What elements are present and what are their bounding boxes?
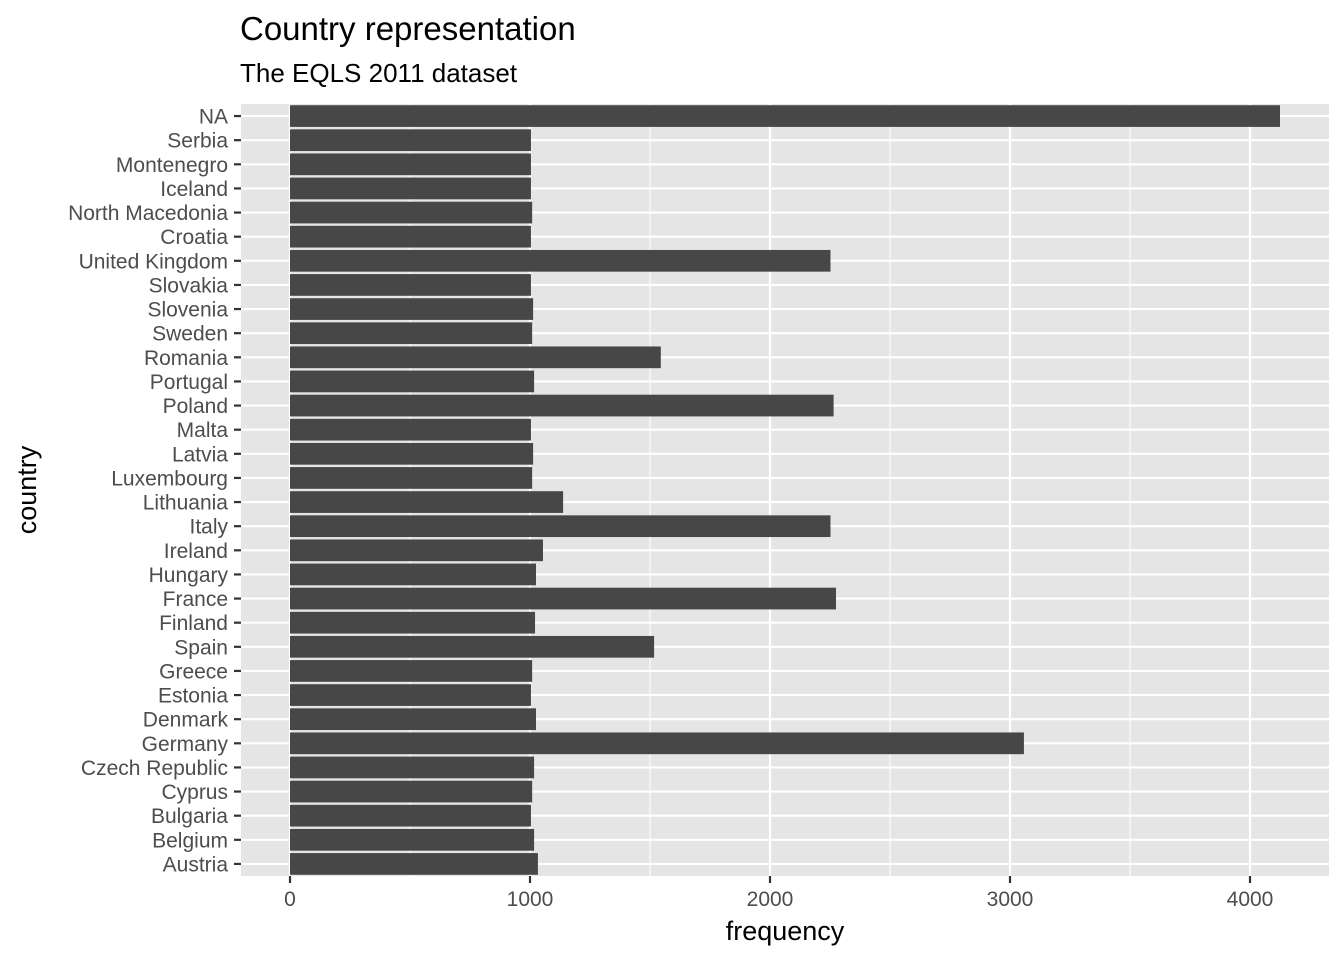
bar-serbia: [290, 129, 531, 152]
x-tick-label: 0: [284, 888, 296, 911]
bar-estonia: [290, 684, 531, 706]
y-tick-label: Austria: [163, 853, 229, 876]
y-tick-label: Ireland: [164, 540, 228, 563]
y-tick-label: France: [163, 588, 228, 611]
chart-subtitle: The EQLS 2011 dataset: [240, 58, 518, 88]
bar-hungary: [290, 563, 536, 586]
x-tick-label: 3000: [987, 888, 1034, 911]
y-tick-label: Czech Republic: [81, 757, 228, 780]
y-tick-label: Belgium: [152, 829, 228, 852]
y-tick-label: NA: [199, 106, 228, 129]
bar-cyprus: [290, 780, 533, 803]
y-tick-label: Luxembourg: [111, 467, 228, 490]
bar-italy: [290, 515, 831, 538]
bar-sweden: [290, 322, 533, 345]
y-tick-label: North Macedonia: [68, 202, 228, 225]
bar-france: [290, 587, 836, 610]
y-tick-label: Montenegro: [116, 154, 228, 177]
y-tick-label: Serbia: [167, 130, 228, 153]
y-tick-label: Slovakia: [149, 274, 229, 297]
bar-poland: [290, 394, 834, 417]
x-axis-title: frequency: [726, 916, 845, 946]
bar-latvia: [290, 442, 534, 465]
y-tick-label: Spain: [174, 636, 228, 659]
bar-denmark: [290, 708, 536, 731]
y-tick-label: Bulgaria: [151, 805, 228, 828]
y-tick-label: Estonia: [158, 685, 228, 708]
bar-portugal: [290, 370, 535, 393]
x-tick-label: 1000: [507, 888, 554, 911]
bar-montenegro: [290, 153, 531, 176]
y-tick-label: Malta: [177, 419, 229, 442]
bar-united-kingdom: [290, 249, 831, 272]
bar-north-macedonia: [290, 201, 533, 224]
y-tick-label: Croatia: [160, 226, 228, 249]
bar-slovakia: [290, 274, 531, 296]
bar-croatia: [290, 225, 531, 248]
y-tick-label: Italy: [189, 516, 228, 539]
bar-austria: [290, 853, 538, 875]
bar-germany: [290, 732, 1024, 755]
y-axis-title: country: [12, 445, 42, 534]
y-tick-label: Germany: [142, 733, 229, 756]
bar-lithuania: [290, 491, 564, 513]
y-tick-label: Greece: [159, 660, 228, 683]
bar-bulgaria: [290, 804, 531, 827]
y-tick-label: Sweden: [152, 323, 228, 346]
y-tick-label: Slovenia: [147, 299, 228, 322]
bar-belgium: [290, 828, 535, 851]
chart-title: Country representation: [240, 10, 576, 47]
y-tick-label: Lithuania: [143, 492, 229, 515]
y-tick-label: Poland: [163, 395, 228, 418]
y-tick-label: Hungary: [149, 564, 229, 587]
bar-iceland: [290, 177, 531, 200]
y-tick-label: Romania: [144, 347, 228, 370]
x-axis: 0 1000 2000 3000 4000: [284, 876, 1273, 911]
bar-slovenia: [290, 298, 534, 320]
x-tick-label: 4000: [1227, 888, 1274, 911]
y-tick-label: Latvia: [172, 443, 228, 466]
y-tick-label: Cyprus: [161, 781, 228, 804]
bar-finland: [290, 611, 536, 634]
y-tick-label: Finland: [159, 612, 228, 635]
bar-greece: [290, 660, 533, 682]
bar-czech-republic: [290, 756, 535, 779]
bar-spain: [290, 635, 655, 658]
y-tick-label: Portugal: [150, 371, 228, 394]
bar-chart: Country representation The EQLS 2011 dat…: [12, 10, 1329, 946]
y-tick-label: United Kingdom: [79, 250, 228, 273]
bar-na: [290, 105, 1280, 127]
bar-ireland: [290, 539, 543, 562]
x-tick-label: 2000: [747, 888, 794, 911]
y-axis: NASerbiaMontenegroIcelandNorth Macedonia…: [68, 106, 241, 876]
bar-romania: [290, 346, 661, 369]
y-tick-label: Denmark: [143, 709, 229, 732]
bar-malta: [290, 418, 531, 441]
y-tick-label: Iceland: [160, 178, 228, 201]
bar-luxembourg: [290, 467, 533, 489]
